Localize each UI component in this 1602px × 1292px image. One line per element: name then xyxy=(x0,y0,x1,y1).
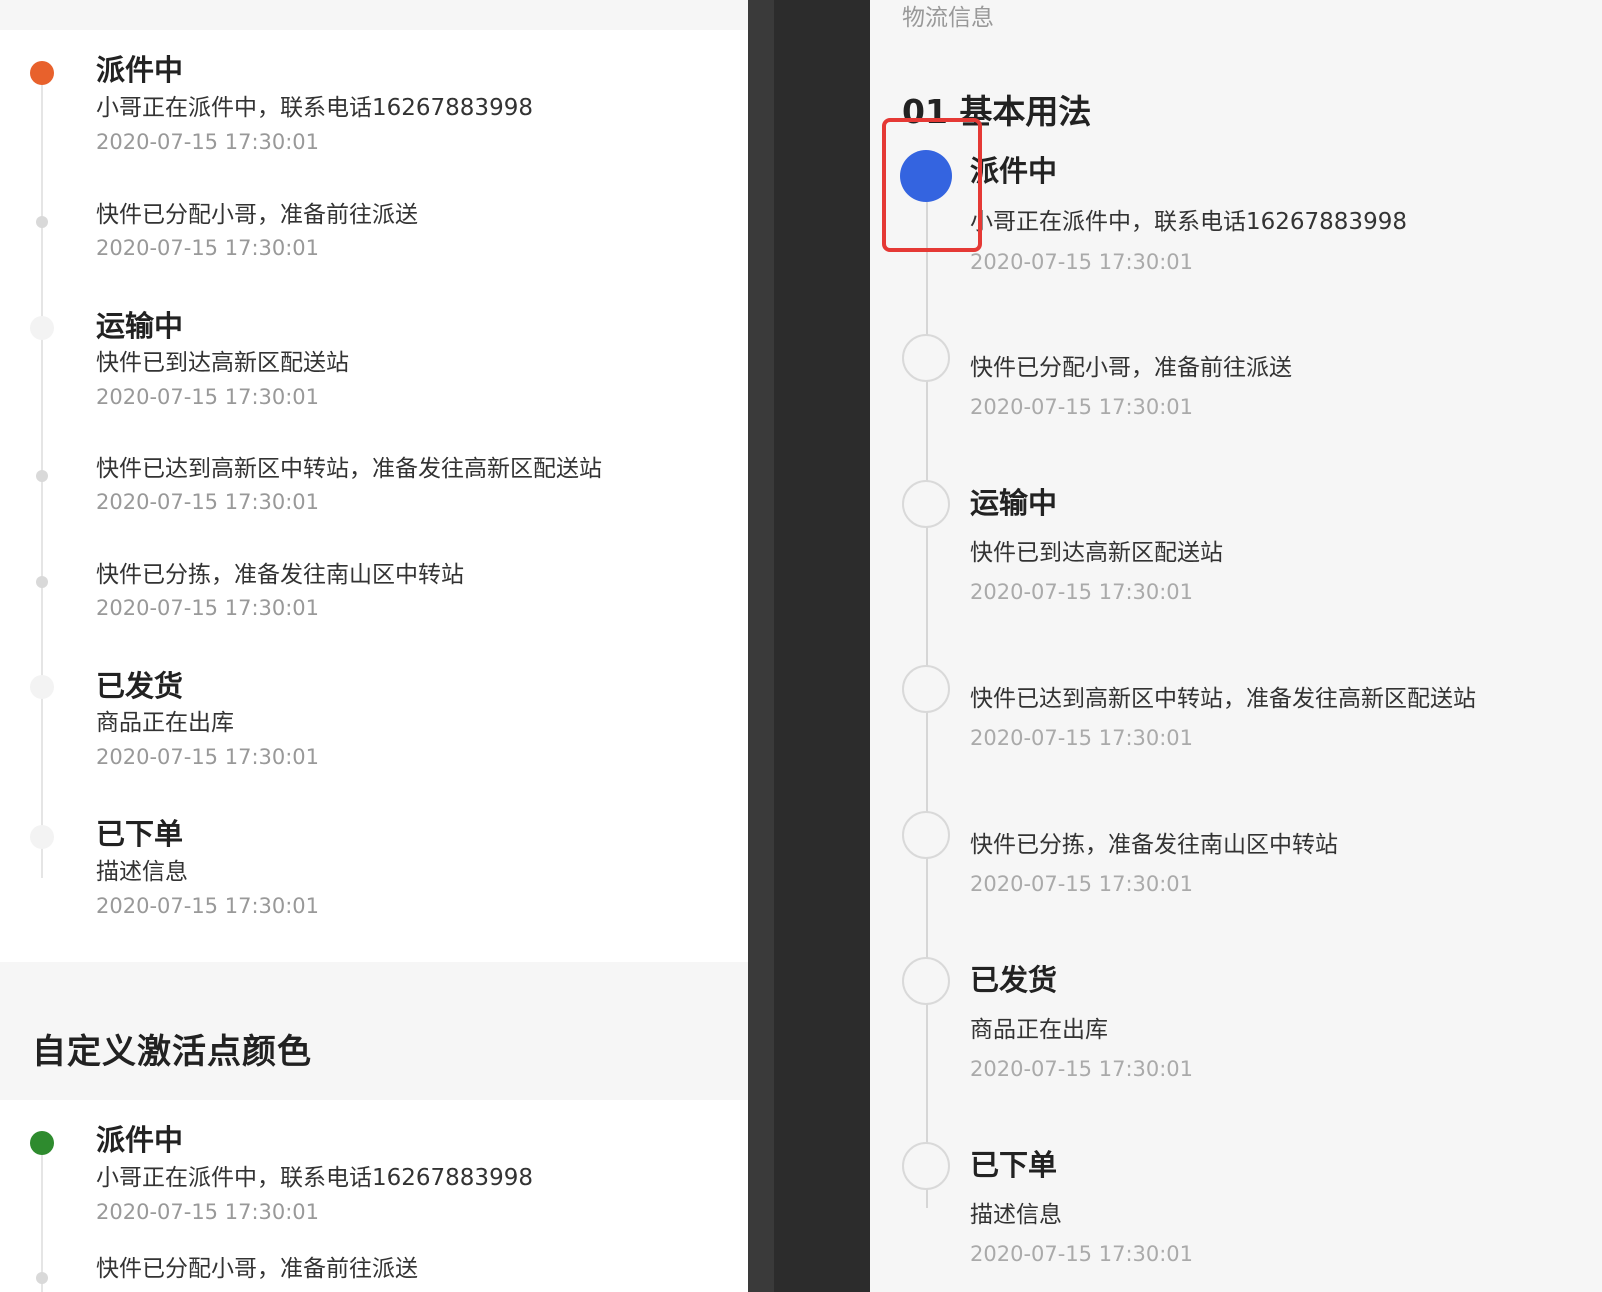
timeline-dot xyxy=(902,957,950,1005)
timeline-dot xyxy=(30,825,54,849)
timeline-card-default: 派件中 小哥正在派件中，联系电话16267883998 2020-07-15 1… xyxy=(0,30,748,962)
device-frame-bezel xyxy=(774,0,870,1292)
timeline-card-custom-color: 派件中 小哥正在派件中，联系电话16267883998 2020-07-15 1… xyxy=(0,1100,748,1292)
timeline-item-content: 快件已分配小哥，准备前往派送 xyxy=(970,355,1292,381)
section-title-custom-color: 自定义激活点颜色 xyxy=(32,1032,312,1072)
timeline-dot xyxy=(902,665,950,713)
highlight-annotation-box xyxy=(882,118,982,252)
timeline-item-title: 派件中 xyxy=(96,1123,184,1157)
timeline-item-title: 已下单 xyxy=(970,1148,1058,1182)
timeline-item-content: 快件已分配小哥，准备前往派送 xyxy=(96,202,418,228)
timeline-item-time: 2020-07-15 17:30:01 xyxy=(970,872,1194,896)
timeline-dot xyxy=(36,1272,48,1284)
timeline-item-time: 2020-07-15 17:30:01 xyxy=(970,580,1194,604)
timeline-item-content: 快件已分拣，准备发往南山区中转站 xyxy=(96,562,464,588)
timeline-item-content: 快件已分配小哥，准备前往派送 xyxy=(96,1256,418,1282)
timeline-item-title: 已下单 xyxy=(96,817,184,851)
active-dot-green xyxy=(30,1131,54,1155)
timeline-item-title: 运输中 xyxy=(970,486,1058,520)
timeline-item-title: 已发货 xyxy=(96,669,184,703)
timeline-item-content: 快件已到达高新区配送站 xyxy=(96,350,349,376)
timeline-dot xyxy=(36,470,48,482)
timeline-dot xyxy=(30,675,54,699)
timeline-item-time: 2020-07-15 17:30:01 xyxy=(970,1057,1194,1081)
right-device-panel: 物流信息 01 基本用法 派件中 小哥正在派件中，联系电话16267883998… xyxy=(870,0,1602,1292)
timeline-item-content: 快件已分拣，准备发往南山区中转站 xyxy=(970,832,1338,858)
timeline-item-title: 已发货 xyxy=(970,963,1058,997)
timeline-item-title: 派件中 xyxy=(970,154,1058,188)
timeline-item-content: 快件已到达高新区配送站 xyxy=(970,540,1223,566)
timeline-item-time: 2020-07-15 17:30:01 xyxy=(96,385,320,409)
timeline-item-title: 派件中 xyxy=(96,53,184,87)
timeline-item-time: 2020-07-15 17:30:01 xyxy=(96,236,320,260)
left-preview-panel: 派件中 小哥正在派件中，联系电话16267883998 2020-07-15 1… xyxy=(0,0,748,1292)
timeline-item-time: 2020-07-15 17:30:01 xyxy=(96,894,320,918)
active-dot-orange xyxy=(30,61,54,85)
timeline-item-content: 小哥正在派件中，联系电话16267883998 xyxy=(970,209,1407,235)
timeline-dot xyxy=(902,811,950,859)
timeline-item-content: 描述信息 xyxy=(970,1202,1062,1228)
timeline-item-content: 快件已达到高新区中转站，准备发往高新区配送站 xyxy=(970,686,1476,712)
timeline-item-content: 商品正在出库 xyxy=(970,1017,1108,1043)
timeline-item-content: 快件已达到高新区中转站，准备发往高新区配送站 xyxy=(96,456,602,482)
timeline-item-time: 2020-07-15 17:30:01 xyxy=(970,726,1194,750)
timeline-item-content: 描述信息 xyxy=(96,859,188,885)
timeline-item-content: 小哥正在派件中，联系电话16267883998 xyxy=(96,95,533,121)
timeline-item-title: 运输中 xyxy=(96,309,184,343)
timeline-dot xyxy=(902,480,950,528)
timeline-dot xyxy=(36,576,48,588)
timeline-item-time: 2020-07-15 17:30:01 xyxy=(96,596,320,620)
page-header: 物流信息 xyxy=(902,5,994,31)
timeline-item-time: 2020-07-15 17:30:01 xyxy=(970,395,1194,419)
timeline-item-time: 2020-07-15 17:30:01 xyxy=(970,1242,1194,1266)
timeline-item-time: 2020-07-15 17:30:01 xyxy=(96,490,320,514)
timeline-item-content: 小哥正在派件中，联系电话16267883998 xyxy=(96,1165,533,1191)
timeline-dot xyxy=(30,316,54,340)
timeline-item-time: 2020-07-15 17:30:01 xyxy=(970,250,1194,274)
timeline-item-time: 2020-07-15 17:30:01 xyxy=(96,1200,320,1224)
timeline-dot xyxy=(902,1142,950,1190)
window-divider xyxy=(748,0,774,1292)
timeline-item-time: 2020-07-15 17:30:01 xyxy=(96,745,320,769)
timeline-connector xyxy=(41,1142,43,1292)
timeline-item-content: 商品正在出库 xyxy=(96,710,234,736)
timeline-item-time: 2020-07-15 17:30:01 xyxy=(96,130,320,154)
timeline-dot xyxy=(902,334,950,382)
timeline-dot xyxy=(36,216,48,228)
